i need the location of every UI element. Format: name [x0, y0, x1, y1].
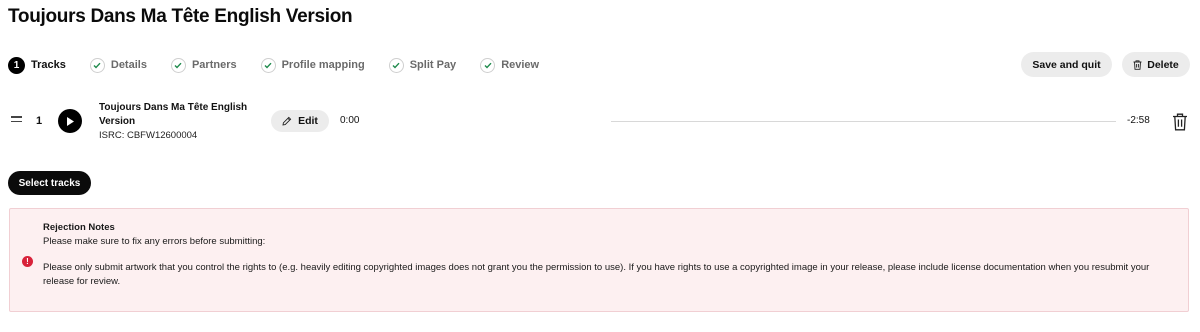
- step-details[interactable]: Details: [89, 57, 147, 73]
- save-and-quit-button[interactable]: Save and quit: [1021, 52, 1112, 77]
- rejection-notes-body: Rejection Notes Please make sure to fix …: [43, 221, 1163, 288]
- check-icon: [388, 57, 404, 73]
- time-remaining: -2:58: [1127, 115, 1150, 126]
- play-icon: [67, 116, 74, 126]
- delete-label: Delete: [1147, 58, 1179, 71]
- track-info: Toujours Dans Ma Tête English Version IS…: [99, 101, 249, 142]
- step-label: Partners: [191, 59, 237, 71]
- select-tracks-button[interactable]: Select tracks: [8, 171, 91, 195]
- check-icon: [89, 57, 105, 73]
- time-current: 0:00: [340, 115, 360, 126]
- save-and-quit-label: Save and quit: [1032, 58, 1101, 71]
- step-label: Profile mapping: [281, 59, 365, 71]
- pencil-icon: [282, 116, 292, 126]
- progress-bar[interactable]: [611, 121, 1116, 122]
- remove-track-button[interactable]: [1172, 113, 1188, 131]
- edit-label: Edit: [298, 115, 318, 127]
- trash-icon: [1133, 59, 1142, 70]
- stepper: 1 Tracks Details Partners Profile mappin…: [8, 55, 563, 75]
- track-row: 1 Toujours Dans Ma Tête English Version …: [0, 96, 1200, 146]
- page-title: Toujours Dans Ma Tête English Version: [8, 6, 353, 27]
- track-isrc: ISRC: CBFW12600004: [99, 130, 198, 141]
- step-label: Details: [110, 59, 147, 71]
- check-icon: [170, 57, 186, 73]
- rejection-notes-subtitle: Please make sure to fix any errors befor…: [43, 235, 266, 247]
- rejection-notes-title: Rejection Notes: [43, 222, 115, 233]
- step-profile-mapping[interactable]: Profile mapping: [260, 57, 365, 73]
- delete-button[interactable]: Delete: [1122, 52, 1190, 77]
- check-icon: [260, 57, 276, 73]
- drag-handle-icon[interactable]: [11, 116, 22, 124]
- check-icon: [480, 57, 496, 73]
- step-label: Review: [501, 59, 540, 71]
- step-split-pay[interactable]: Split Pay: [388, 57, 457, 73]
- trash-icon: [1173, 113, 1187, 131]
- step-label: Tracks: [31, 59, 66, 71]
- alert-icon: !: [22, 256, 33, 267]
- rejection-notes-message: Please only submit artwork that you cont…: [43, 262, 1150, 287]
- play-button[interactable]: [58, 109, 82, 133]
- rejection-notes-panel: ! Rejection Notes Please make sure to fi…: [9, 208, 1189, 312]
- step-label: Split Pay: [409, 59, 457, 71]
- step-number-badge: 1: [8, 56, 25, 74]
- step-review[interactable]: Review: [480, 57, 540, 73]
- select-tracks-label: Select tracks: [18, 177, 81, 189]
- step-tracks[interactable]: 1 Tracks: [8, 56, 66, 74]
- edit-track-button[interactable]: Edit: [271, 110, 329, 132]
- track-number: 1: [36, 115, 43, 127]
- step-partners[interactable]: Partners: [170, 57, 237, 73]
- track-title: Toujours Dans Ma Tête English Version: [99, 102, 248, 127]
